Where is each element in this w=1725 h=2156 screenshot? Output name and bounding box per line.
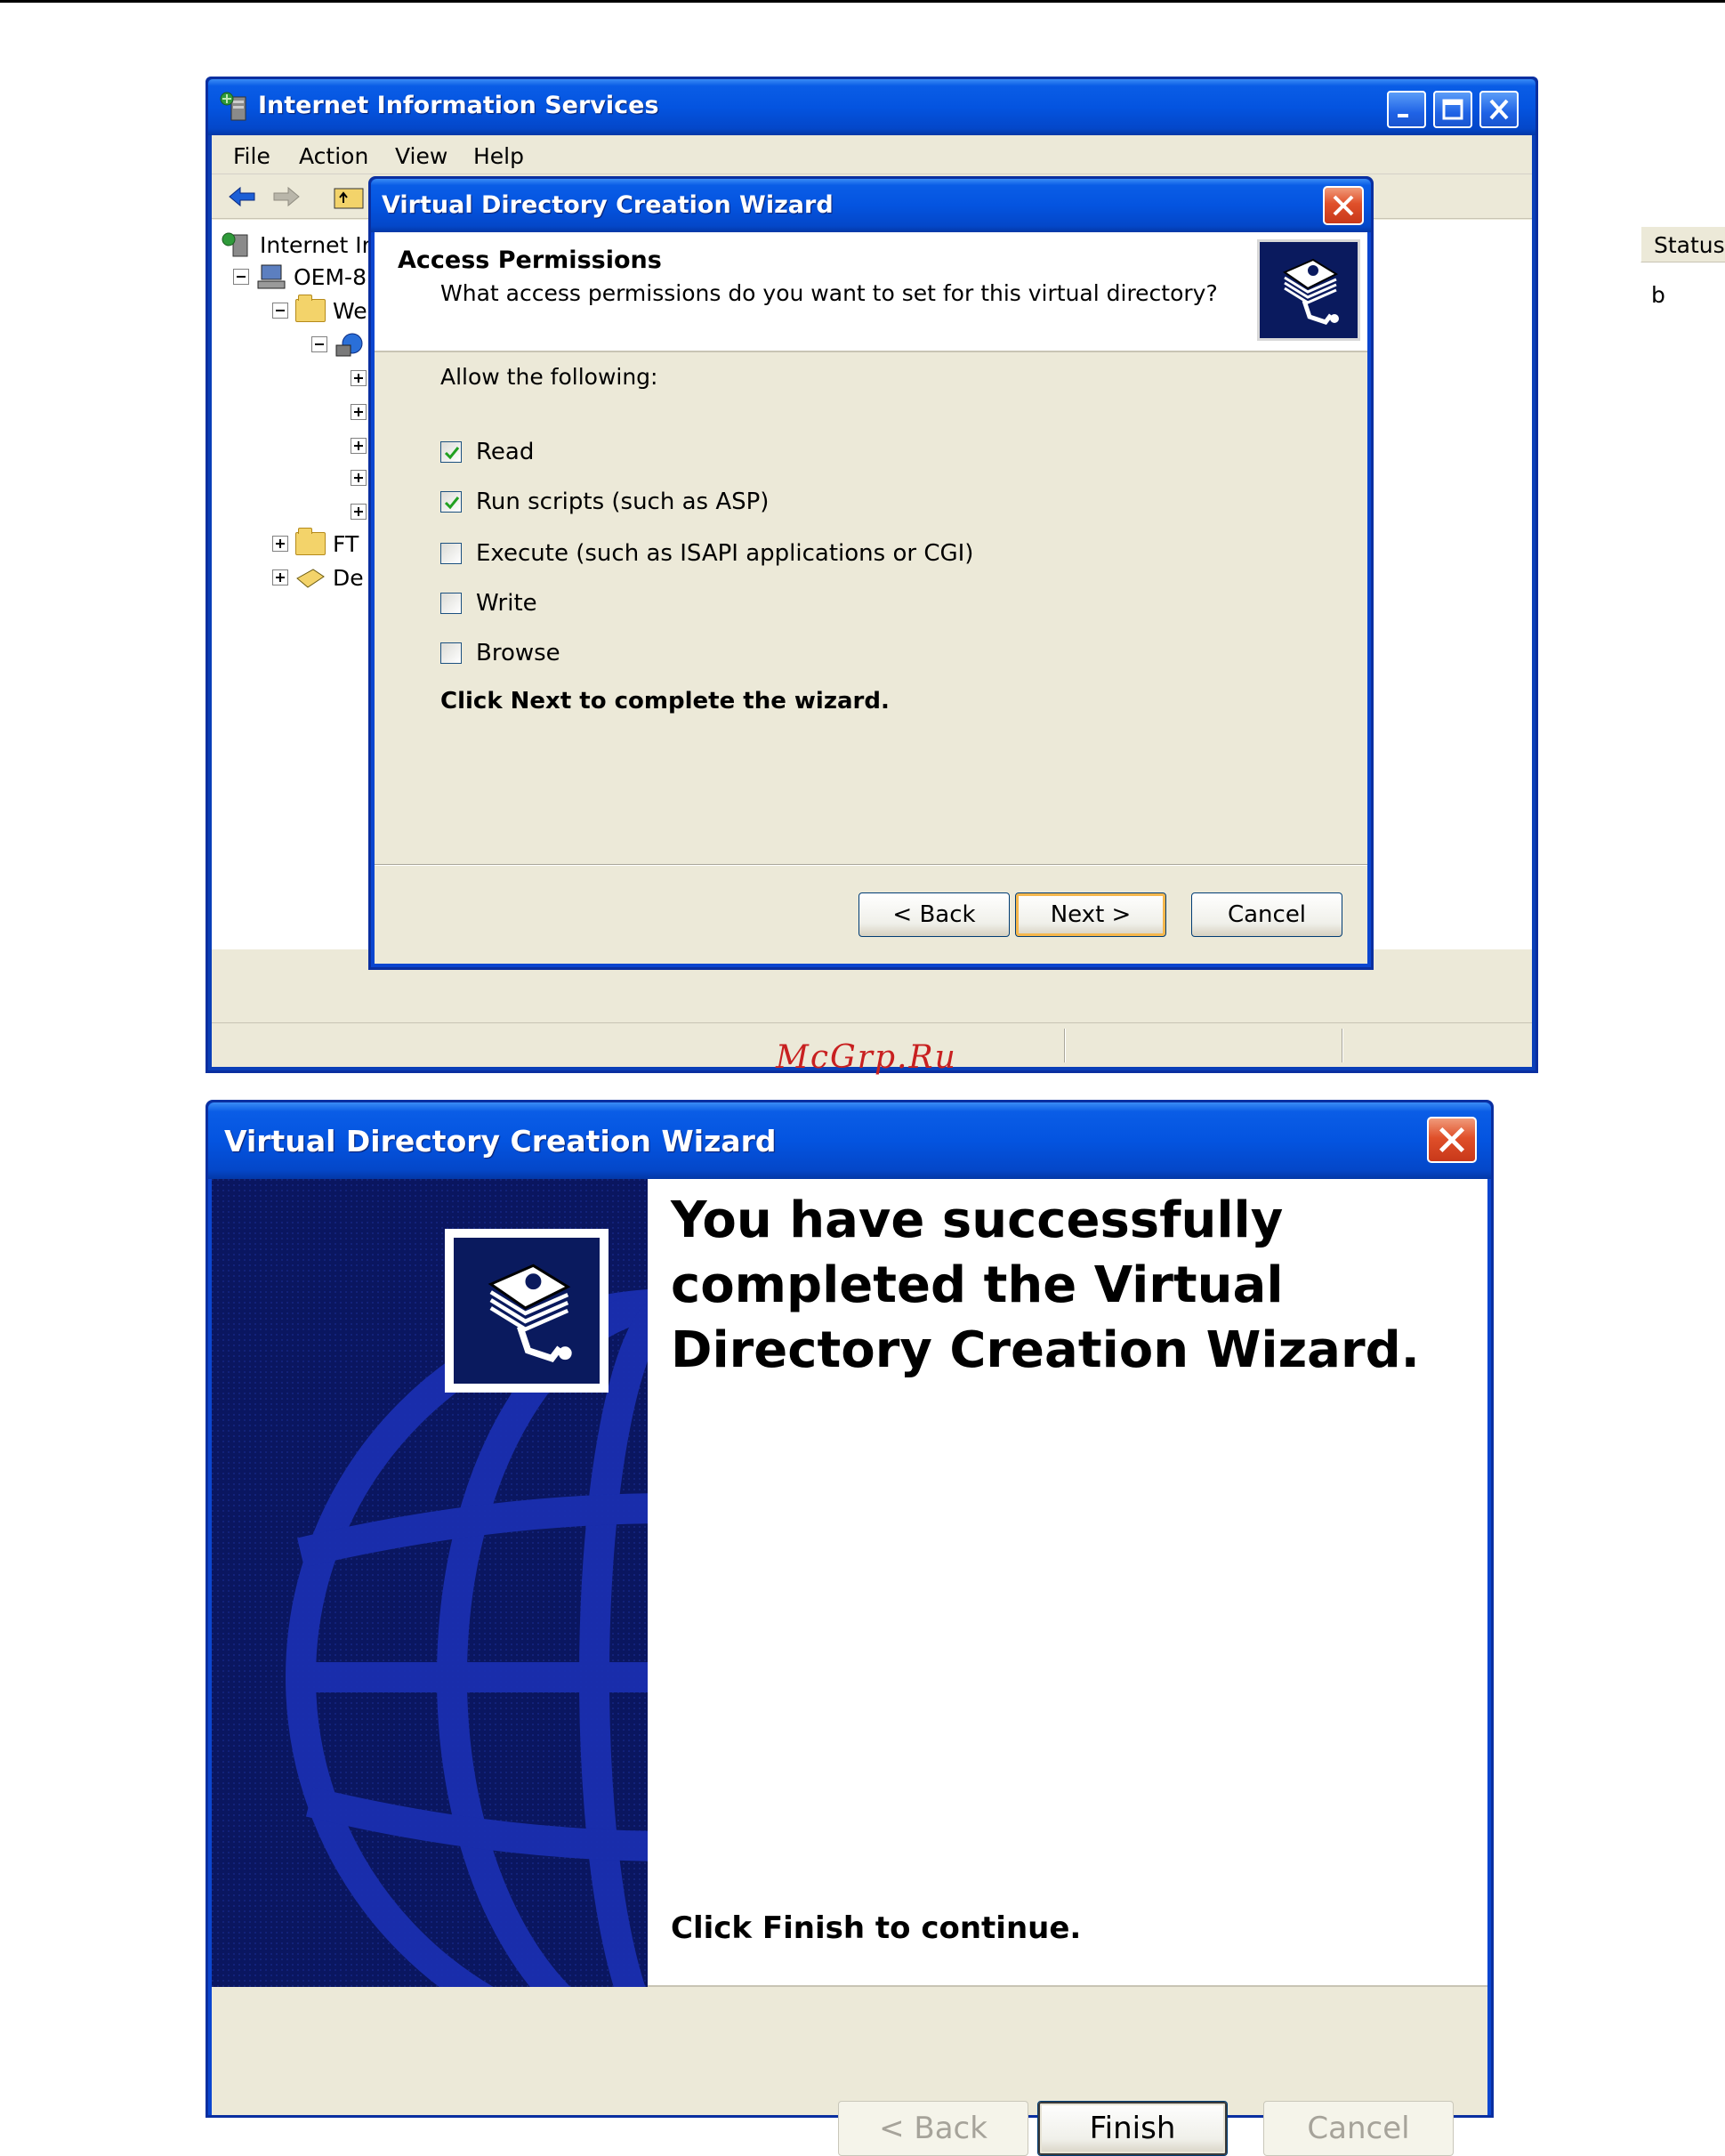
write-checkbox[interactable] [440,593,462,614]
continue-hint: Click Finish to continue. [671,1910,1082,1946]
execute-checkbox[interactable] [440,543,462,564]
iis-window-title: Internet Information Services [258,92,659,119]
tree-item-root-label: Internet Ir [260,231,371,258]
expand-icon[interactable] [351,470,367,486]
wizard1-close-button[interactable] [1323,186,1364,225]
browse-checkbox[interactable] [440,642,462,664]
minimize-button[interactable] [1387,91,1426,128]
cancel-button[interactable]: Cancel [1191,892,1342,937]
tree-item-ftp-sites-label: FT [333,530,359,557]
run-scripts-checkbox[interactable] [440,491,462,513]
computer-icon [257,264,286,289]
checkmark-icon [444,447,460,460]
tree-item-root[interactable]: Internet Ir [221,229,371,261]
permission-execute-row[interactable]: Execute (such as ISAPI applications or C… [440,538,973,569]
tree-item-web-sites[interactable]: We [272,295,367,327]
expand-icon[interactable] [272,536,288,552]
tree-item-default-smtp[interactable]: De [272,561,364,594]
success-heading: You have successfully completed the Virt… [671,1191,1420,1379]
tree-item-computer[interactable]: OEM-8 [233,261,367,293]
permission-browse-row[interactable]: Browse [440,638,560,668]
expand-icon[interactable] [272,569,288,585]
wizard1-titlebar[interactable]: Virtual Directory Creation Wizard [371,179,1371,232]
back-button[interactable]: < Back [838,2101,1028,2156]
column-header-status[interactable]: Status [1640,227,1725,262]
permission-read-row[interactable]: Read [440,437,534,467]
wizard-completion-dialog: Virtual Directory Creation Wizard You ha… [206,1100,1494,2156]
close-icon [1439,1126,1465,1153]
tree-item-computer-label: OEM-8 [294,263,367,290]
wizard1-header: Access Permissions What access permissio… [375,232,1367,352]
button-separator [375,864,1367,866]
watermark: McGrp.Ru [776,1039,957,1076]
allow-label: Allow the following: [440,364,658,390]
read-checkbox[interactable] [440,441,462,463]
wizard2-body: You have successfully completed the Virt… [212,1179,1487,2156]
expand-icon[interactable] [351,504,367,520]
mail-icon [296,569,325,588]
iis-app-icon [220,92,246,121]
next-button[interactable]: Next > [1015,892,1166,937]
tree-item-default-label: De [333,564,364,591]
up-folder-icon[interactable] [333,183,365,210]
web-site-icon [335,333,363,357]
wizard1-body: Access Permissions What access permissio… [375,232,1367,964]
minimize-icon [1398,114,1408,117]
page-top-rule [0,0,1725,3]
menu-view[interactable]: View [395,143,447,169]
run-scripts-label: Run scripts (such as ASP) [476,489,770,515]
complete-hint: Click Next to complete the wizard. [440,688,890,715]
expand-icon[interactable] [351,404,367,420]
tree-item-ftp-sites[interactable]: FT [272,528,359,560]
browse-label: Browse [476,640,560,666]
wizard2-close-button[interactable] [1427,1117,1477,1163]
folder-icon [295,528,326,555]
close-icon [1489,99,1509,120]
read-label: Read [476,439,535,465]
page-subtitle: What access permissions do you want to s… [440,280,1218,306]
status-separator [1064,1029,1066,1062]
cancel-button[interactable]: Cancel [1263,2101,1454,2156]
collapse-icon[interactable] [311,336,327,352]
menu-bar: File Action View Help [212,135,1532,174]
menu-file[interactable]: File [233,143,270,169]
menu-help[interactable]: Help [473,143,524,169]
iis-root-icon [222,232,248,257]
page-title: Access Permissions [398,246,662,274]
execute-label: Execute (such as ISAPI applications or C… [476,540,974,567]
forward-arrow-icon[interactable] [270,183,302,210]
wizard-book-icon [1257,239,1360,341]
tree-item-web-sites-label: We [333,297,367,324]
wizard-access-permissions-dialog: Virtual Directory Creation Wizard Access… [368,176,1374,970]
iis-titlebar[interactable]: Internet Information Services [208,79,1536,135]
expand-icon[interactable] [351,370,367,386]
checkmark-icon [444,497,460,510]
close-icon [1333,195,1354,216]
tree-item-default-web-site[interactable] [311,328,365,360]
expand-icon[interactable] [351,438,367,454]
wizard-side-banner [212,1179,648,1987]
wizard2-titlebar[interactable]: Virtual Directory Creation Wizard [208,1102,1491,1179]
permission-write-row[interactable]: Write [440,588,537,618]
collapse-icon[interactable] [233,269,249,285]
wizard2-main-panel: You have successfully completed the Virt… [648,1179,1487,1987]
wizard-book-icon [454,1238,600,1384]
list-item-fragment: b [1651,282,1665,308]
collapse-icon[interactable] [272,303,288,319]
maximize-button[interactable] [1433,91,1472,128]
folder-icon [295,295,326,322]
back-arrow-icon[interactable] [226,183,258,210]
wizard-logo [445,1229,609,1393]
menu-action[interactable]: Action [299,143,368,169]
maximize-icon [1442,99,1463,120]
back-button[interactable]: < Back [858,892,1010,937]
wizard1-title: Virtual Directory Creation Wizard [382,191,834,219]
write-label: Write [476,590,537,617]
status-separator [1342,1029,1343,1062]
wizard2-title: Virtual Directory Creation Wizard [224,1124,777,1159]
finish-button[interactable]: Finish [1037,2101,1228,2156]
iis-close-button[interactable] [1479,91,1519,128]
permission-run-scripts-row[interactable]: Run scripts (such as ASP) [440,487,769,517]
